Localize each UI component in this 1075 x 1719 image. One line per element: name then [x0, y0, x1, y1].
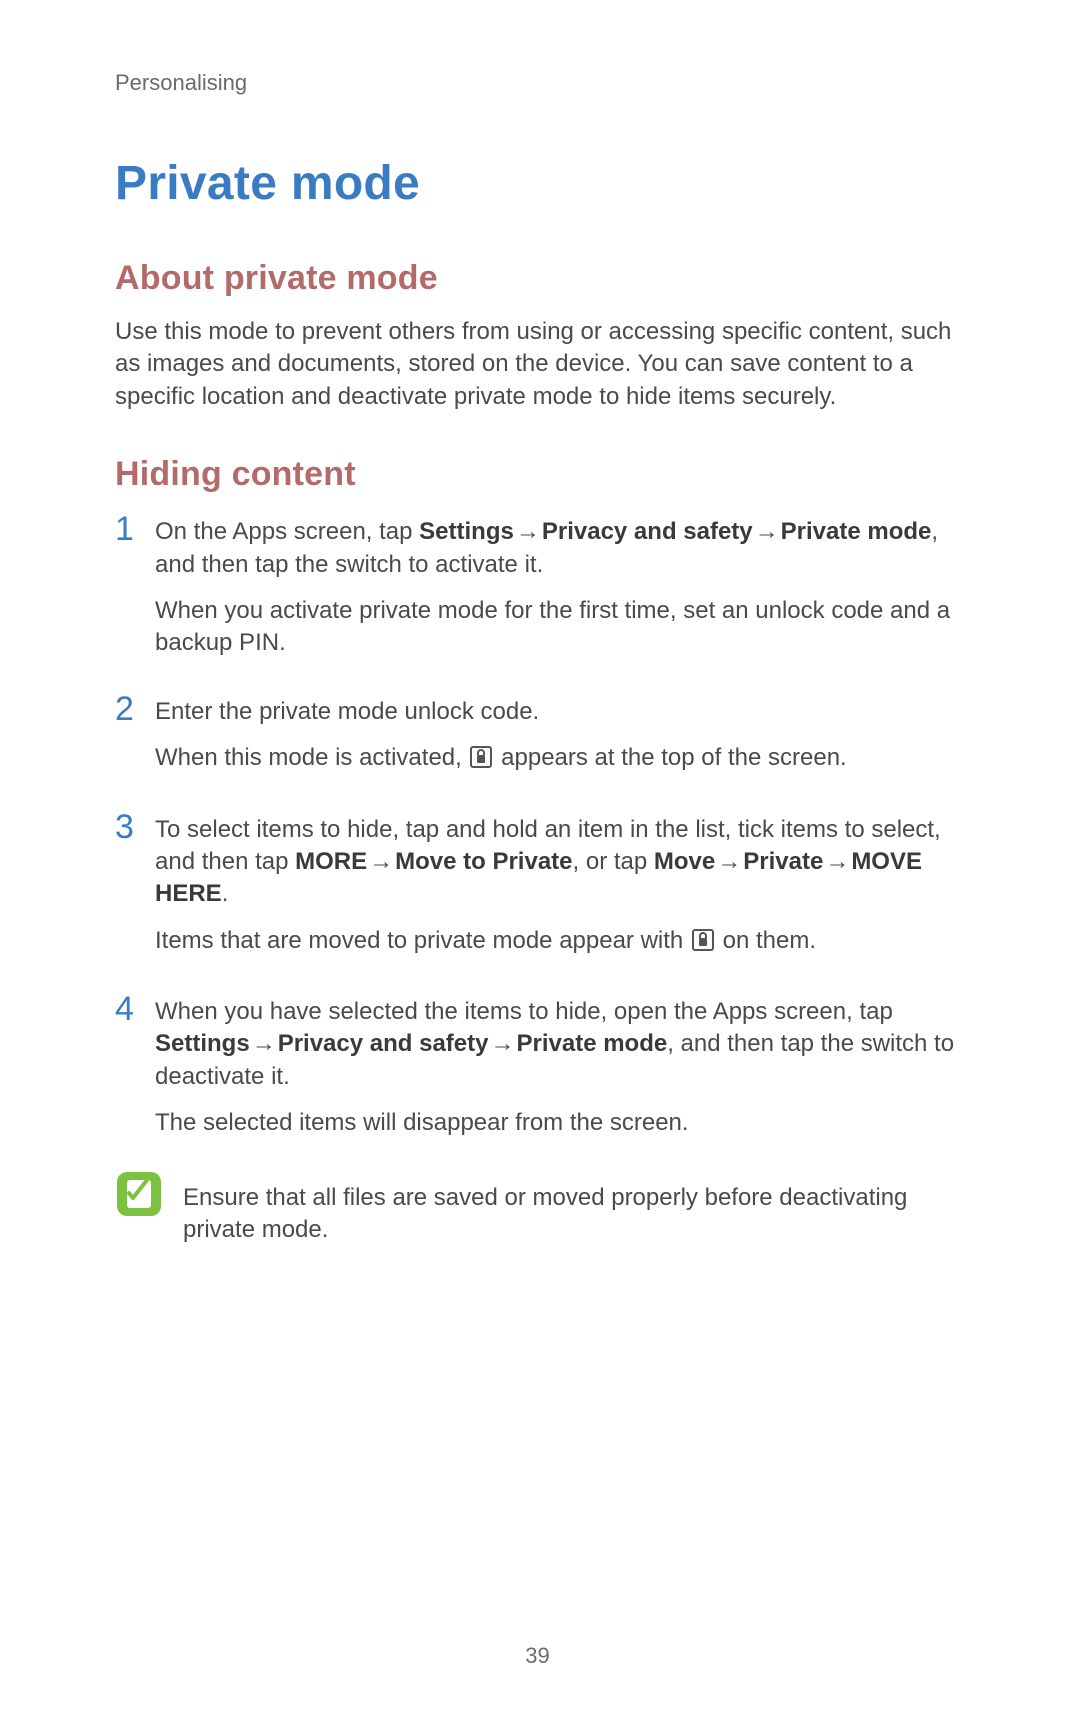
bold: MORE: [295, 848, 367, 875]
text: When you activate private mode for the f…: [155, 595, 970, 660]
text: , or tap: [573, 848, 654, 875]
step-body: When you have selected the items to hide…: [155, 996, 970, 1140]
steps-list: 1 On the Apps screen, tap Settings→Priva…: [115, 516, 970, 1139]
arrow-icon: →: [516, 518, 540, 545]
text: When this mode is activated,: [155, 744, 468, 771]
bold: Move to Private: [395, 848, 572, 875]
step-body: Enter the private mode unlock code. When…: [155, 696, 970, 778]
text: appears at the top of the screen.: [494, 744, 846, 771]
arrow-icon: →: [490, 1030, 514, 1057]
step-body: On the Apps screen, tap Settings→Privacy…: [155, 516, 970, 660]
text: When you have selected the items to hide…: [155, 998, 893, 1025]
text: The selected items will disappear from t…: [155, 1107, 970, 1139]
note: Ensure that all files are saved or moved…: [115, 1176, 970, 1247]
step-number: 2: [115, 692, 155, 726]
bold: Private mode: [781, 518, 932, 545]
arrow-icon: →: [755, 518, 779, 545]
bold: Private mode: [516, 1030, 667, 1057]
step-number: 1: [115, 512, 155, 546]
bold: Privacy and safety: [542, 518, 753, 545]
hiding-heading: Hiding content: [115, 455, 970, 494]
bold: Move: [654, 848, 715, 875]
private-status-icon: [470, 745, 492, 777]
text: .: [222, 880, 229, 907]
page-title: Private mode: [115, 156, 970, 211]
bold: Settings: [155, 1030, 250, 1057]
bold: Private: [743, 848, 823, 875]
text: on them.: [716, 927, 816, 954]
arrow-icon: →: [825, 848, 849, 875]
private-item-icon: [692, 928, 714, 960]
text: Items that are moved to private mode app…: [155, 927, 690, 954]
text: On the Apps screen, tap: [155, 518, 419, 545]
page-number: 39: [0, 1643, 1075, 1669]
note-text: Ensure that all files are saved or moved…: [183, 1176, 970, 1247]
step-1: 1 On the Apps screen, tap Settings→Priva…: [115, 516, 970, 660]
arrow-icon: →: [252, 1030, 276, 1057]
step-number: 4: [115, 992, 155, 1026]
step-body: To select items to hide, tap and hold an…: [155, 814, 970, 961]
note-icon: [115, 1170, 163, 1218]
step-2: 2 Enter the private mode unlock code. Wh…: [115, 696, 970, 778]
section-header: Personalising: [115, 70, 970, 96]
bold: Settings: [419, 518, 514, 545]
text: Enter the private mode unlock code.: [155, 696, 970, 728]
step-number: 3: [115, 810, 155, 844]
step-4: 4 When you have selected the items to hi…: [115, 996, 970, 1140]
step-3: 3 To select items to hide, tap and hold …: [115, 814, 970, 961]
about-heading: About private mode: [115, 259, 970, 298]
about-body: Use this mode to prevent others from usi…: [115, 316, 970, 413]
arrow-icon: →: [369, 848, 393, 875]
bold: Privacy and safety: [278, 1030, 489, 1057]
arrow-icon: →: [717, 848, 741, 875]
